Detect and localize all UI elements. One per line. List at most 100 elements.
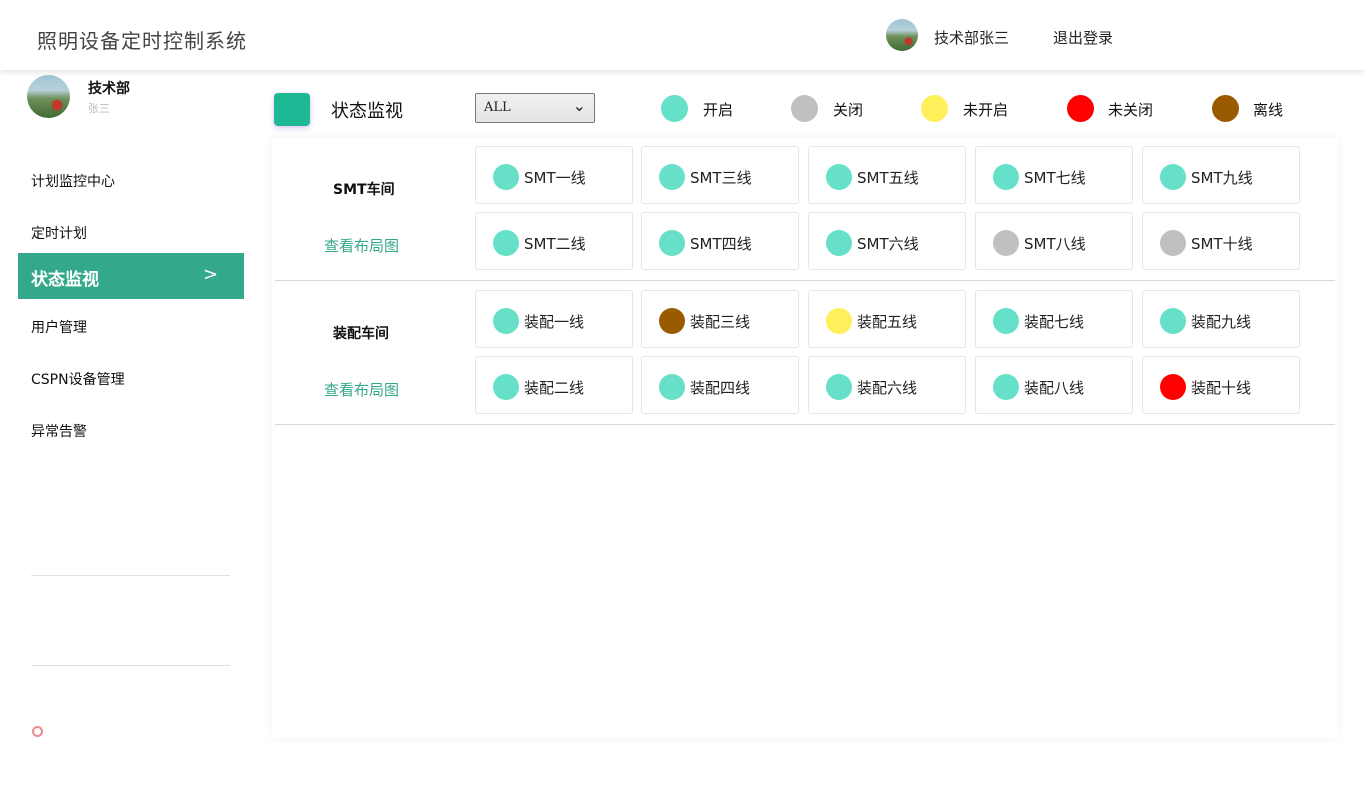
line-card[interactable]: 装配八线: [975, 356, 1133, 414]
legend-dot-on: [661, 95, 688, 122]
sidebar-item-plan-monitor[interactable]: 计划监控中心: [31, 171, 115, 191]
section-divider: [275, 424, 1335, 425]
sidebar-item-cspn-devices[interactable]: CSPN设备管理: [31, 369, 125, 389]
status-dot-on: [826, 164, 852, 190]
line-card[interactable]: SMT八线: [975, 212, 1133, 270]
line-name: SMT一线: [524, 169, 586, 187]
logout-link[interactable]: 退出登录: [1053, 27, 1113, 48]
line-card[interactable]: SMT一线: [475, 146, 633, 204]
workshop-name: SMT车间: [333, 182, 395, 198]
line-card[interactable]: SMT六线: [808, 212, 966, 270]
status-dot-on: [993, 308, 1019, 334]
top-header: 照明设备定时控制系统 技术部张三 退出登录: [0, 0, 1365, 70]
status-dot-on: [993, 164, 1019, 190]
legend-dot-offline: [1212, 95, 1239, 122]
line-card[interactable]: SMT十线: [1142, 212, 1300, 270]
line-name: SMT四线: [690, 235, 752, 253]
line-card[interactable]: 装配一线: [475, 290, 633, 348]
line-name: 装配二线: [524, 379, 585, 397]
line-card[interactable]: SMT五线: [808, 146, 966, 204]
status-dot-on: [659, 374, 685, 400]
line-card[interactable]: SMT三线: [641, 146, 799, 204]
line-card[interactable]: 装配五线: [808, 290, 966, 348]
line-name: SMT六线: [857, 235, 919, 253]
legend-dot-off: [791, 95, 818, 122]
sidebar-item-label: 状态监视: [31, 270, 99, 290]
line-name: SMT八线: [1024, 235, 1086, 253]
sidebar-divider: [31, 575, 230, 576]
line-name: 装配六线: [857, 379, 918, 397]
app-title: 照明设备定时控制系统: [37, 29, 247, 53]
legend-label: 开启: [703, 101, 734, 119]
line-name: SMT二线: [524, 235, 586, 253]
workshop-filter-select[interactable]: ALL ⌄: [475, 93, 595, 123]
sidebar-item-schedule[interactable]: 定时计划: [31, 223, 87, 243]
line-card[interactable]: SMT四线: [641, 212, 799, 270]
sidebar-username: 张三: [88, 102, 110, 115]
status-dot-off: [993, 230, 1019, 256]
sidebar-item-alarms[interactable]: 异常告警: [31, 421, 87, 441]
legend-label: 关闭: [833, 101, 864, 119]
status-dot-on: [493, 374, 519, 400]
line-card[interactable]: SMT九线: [1142, 146, 1300, 204]
line-name: SMT十线: [1191, 235, 1253, 253]
line-name: 装配一线: [524, 313, 585, 331]
line-name: 装配五线: [857, 313, 918, 331]
header-username: 技术部张三: [934, 29, 1010, 47]
status-dot-on: [826, 374, 852, 400]
line-name: 装配九线: [1191, 313, 1252, 331]
status-dot-on: [659, 164, 685, 190]
sidebar-avatar: [27, 75, 70, 118]
loading-ring-icon: [32, 726, 43, 737]
legend-label: 未开启: [963, 101, 1009, 119]
line-card[interactable]: 装配十线: [1142, 356, 1300, 414]
line-name: 装配四线: [690, 379, 751, 397]
status-dot-on: [993, 374, 1019, 400]
page-title: 状态监视: [331, 101, 403, 122]
workshop-name: 装配车间: [333, 326, 389, 342]
line-name: SMT三线: [690, 169, 752, 187]
status-dot-off: [1160, 230, 1186, 256]
status-dot-on: [1160, 164, 1186, 190]
status-dot-not-on: [826, 308, 852, 334]
status-dot-on: [826, 230, 852, 256]
section-divider: [275, 280, 1335, 281]
line-name: 装配八线: [1024, 379, 1085, 397]
status-dot-offline: [659, 308, 685, 334]
line-name: SMT九线: [1191, 169, 1253, 187]
status-dot-not-off: [1160, 374, 1186, 400]
line-card[interactable]: 装配六线: [808, 356, 966, 414]
sidebar-item-status-monitor[interactable]: 状态监视 >: [18, 253, 244, 299]
filter-selected-value: ALL: [484, 100, 511, 115]
line-card[interactable]: 装配三线: [641, 290, 799, 348]
line-card[interactable]: SMT七线: [975, 146, 1133, 204]
line-name: SMT五线: [857, 169, 919, 187]
line-card[interactable]: 装配四线: [641, 356, 799, 414]
line-name: 装配七线: [1024, 313, 1085, 331]
sidebar-item-users[interactable]: 用户管理: [31, 317, 87, 337]
sidebar-dept: 技术部: [88, 81, 130, 97]
status-dot-on: [493, 164, 519, 190]
view-layout-link[interactable]: 查看布局图: [324, 379, 399, 400]
line-card[interactable]: 装配七线: [975, 290, 1133, 348]
chevron-right-icon: >: [203, 264, 219, 285]
legend-dot-not-off: [1067, 95, 1094, 122]
legend-dot-not-on: [921, 95, 948, 122]
view-layout-link[interactable]: 查看布局图: [324, 235, 399, 256]
header-avatar[interactable]: [886, 19, 918, 51]
page-icon: [274, 93, 310, 126]
status-dot-on: [493, 308, 519, 334]
line-card[interactable]: 装配二线: [475, 356, 633, 414]
legend-label: 离线: [1253, 101, 1284, 119]
legend-label: 未关闭: [1108, 101, 1154, 119]
status-dot-on: [493, 230, 519, 256]
line-card[interactable]: SMT二线: [475, 212, 633, 270]
status-dot-on: [1160, 308, 1186, 334]
line-name: 装配十线: [1191, 379, 1252, 397]
sidebar-divider: [31, 665, 230, 666]
chevron-down-icon: ⌄: [572, 96, 586, 115]
line-name: 装配三线: [690, 313, 751, 331]
status-dot-on: [659, 230, 685, 256]
line-card[interactable]: 装配九线: [1142, 290, 1300, 348]
line-name: SMT七线: [1024, 169, 1086, 187]
